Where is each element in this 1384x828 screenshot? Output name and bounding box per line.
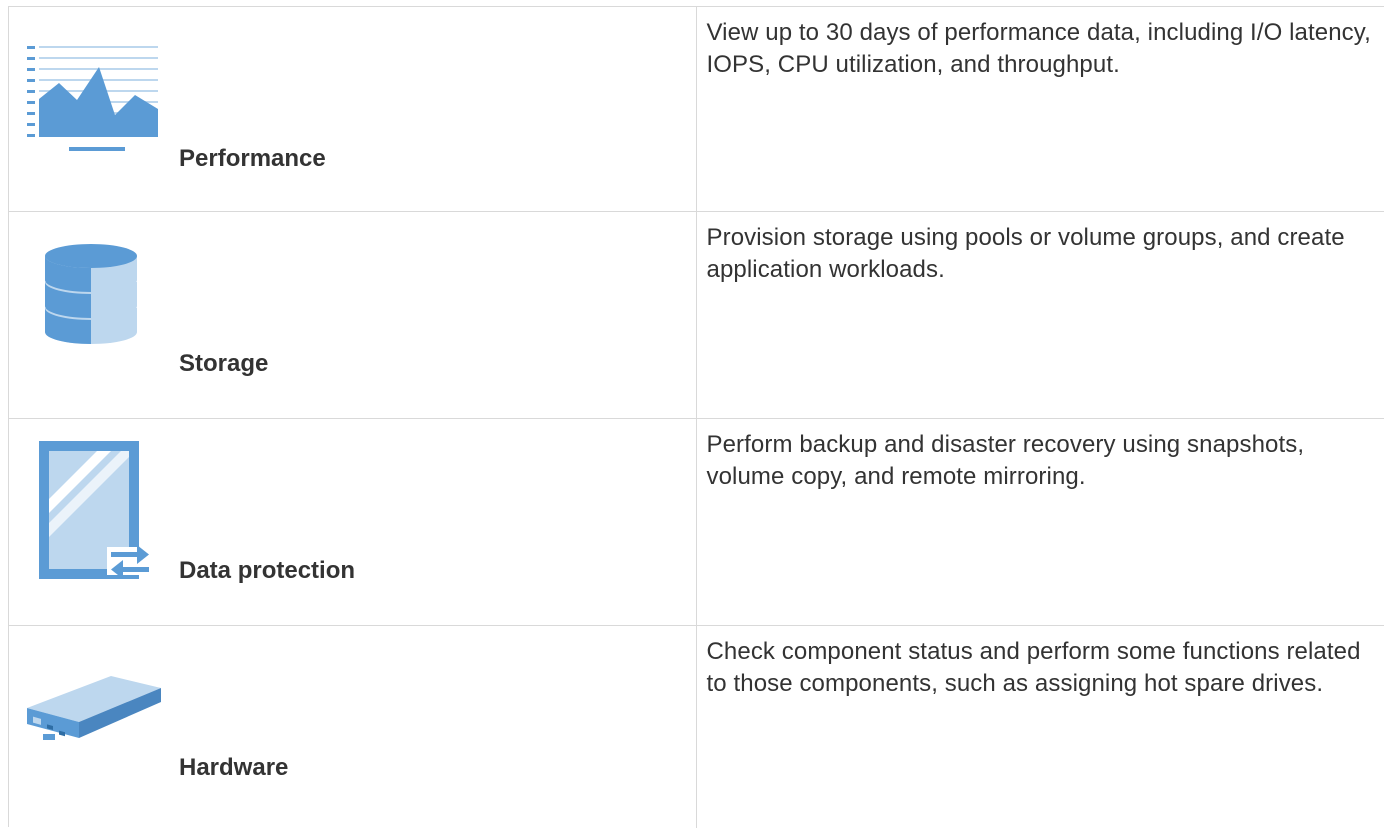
description-cell-performance: View up to 30 days of performance data, …	[697, 7, 1384, 211]
feature-cell-performance: Performance	[9, 7, 697, 211]
feature-description-hardware: Check component status and perform some …	[707, 636, 1377, 700]
performance-chart-icon	[25, 37, 160, 152]
feature-cell-data-protection: Data protection	[9, 419, 697, 625]
feature-label-data-protection: Data protection	[179, 557, 355, 585]
feature-cell-storage: Storage	[9, 212, 697, 418]
features-table: Performance View up to 30 days of perfor…	[8, 6, 1384, 827]
table-row-storage: Storage Provision storage using pools or…	[9, 212, 1384, 419]
description-cell-data-protection: Perform backup and disaster recovery usi…	[697, 419, 1384, 625]
drive-tray-icon	[23, 668, 163, 748]
feature-label-storage: Storage	[179, 350, 268, 378]
feature-label-performance: Performance	[179, 145, 326, 173]
description-cell-hardware: Check component status and perform some …	[697, 626, 1384, 828]
mirror-arrows-icon	[37, 439, 172, 584]
feature-description-data-protection: Perform backup and disaster recovery usi…	[707, 429, 1377, 493]
table-row-performance: Performance View up to 30 days of perfor…	[9, 7, 1384, 212]
description-cell-storage: Provision storage using pools or volume …	[697, 212, 1384, 418]
feature-description-storage: Provision storage using pools or volume …	[707, 222, 1377, 286]
table-row-data-protection: Data protection Perform backup and disas…	[9, 419, 1384, 626]
feature-label-hardware: Hardware	[179, 754, 288, 782]
table-row-hardware: Hardware Check component status and perf…	[9, 626, 1384, 828]
feature-cell-hardware: Hardware	[9, 626, 697, 828]
database-stack-icon	[29, 242, 159, 352]
feature-description-performance: View up to 30 days of performance data, …	[707, 17, 1377, 81]
